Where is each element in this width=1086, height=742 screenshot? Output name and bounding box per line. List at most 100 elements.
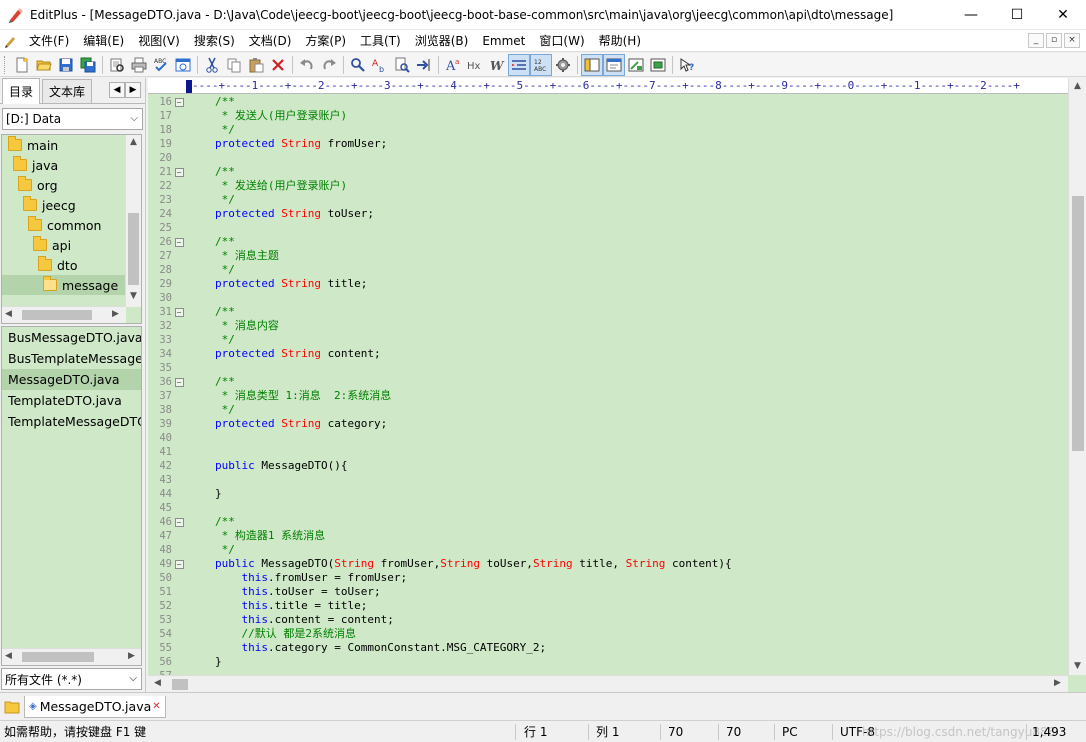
- mdi-close-button[interactable]: ×: [1064, 33, 1080, 48]
- tree-item[interactable]: main: [2, 135, 141, 155]
- editor-area[interactable]: ----+----1----+----2----+----3----+----4…: [148, 78, 1086, 692]
- menu-browser[interactable]: 浏览器(B): [408, 30, 476, 52]
- fold-toggle-icon[interactable]: −: [172, 375, 186, 389]
- code-line[interactable]: 45: [148, 501, 1066, 515]
- scroll-right-icon[interactable]: ▶: [112, 309, 119, 319]
- tab-cliptext[interactable]: 文本库: [42, 79, 93, 103]
- code-line[interactable]: 28 */: [148, 263, 1066, 277]
- directory-window-icon[interactable]: [581, 53, 603, 76]
- maximize-button[interactable]: ☐: [994, 0, 1040, 30]
- editplus-app-icon[interactable]: [8, 7, 24, 23]
- word-wrap-icon[interactable]: W: [486, 54, 508, 76]
- menu-emmet[interactable]: Emmet: [475, 30, 532, 52]
- code-line[interactable]: 32 * 消息内容: [148, 319, 1066, 333]
- code-line[interactable]: 55 this.category = CommonConstant.MSG_CA…: [148, 641, 1066, 655]
- code-line[interactable]: 39 protected String category;: [148, 417, 1066, 431]
- hex-icon[interactable]: Hx: [464, 54, 486, 76]
- code-line[interactable]: 38 */: [148, 403, 1066, 417]
- undo-icon[interactable]: [296, 54, 318, 76]
- tree-horizontal-scrollbar[interactable]: ◀ ▶: [2, 306, 126, 323]
- code-line[interactable]: 19 protected String fromUser;: [148, 137, 1066, 151]
- fullscreen-icon[interactable]: [647, 54, 669, 76]
- code-line[interactable]: 42 public MessageDTO(){: [148, 459, 1066, 473]
- code-line[interactable]: 22 * 发送给(用户登录账户): [148, 179, 1066, 193]
- file-list[interactable]: BusMessageDTO.javaBusTemplateMessageDTO.…: [1, 326, 142, 666]
- status-line-ending[interactable]: PC: [782, 721, 798, 742]
- editor-vertical-scroll-thumb[interactable]: [1072, 196, 1084, 451]
- help-icon[interactable]: ?: [676, 54, 698, 76]
- code-line[interactable]: 21− /**: [148, 165, 1066, 179]
- tree-item[interactable]: org: [2, 175, 141, 195]
- code-line[interactable]: 17 * 发送人(用户登录账户): [148, 109, 1066, 123]
- code-line[interactable]: 33 */: [148, 333, 1066, 347]
- settings-icon[interactable]: [552, 54, 574, 76]
- file-list-item[interactable]: BusMessageDTO.java: [2, 327, 141, 348]
- code-line[interactable]: 53 this.content = content;: [148, 613, 1066, 627]
- redo-icon[interactable]: [318, 54, 340, 76]
- code-line[interactable]: 52 this.title = title;: [148, 599, 1066, 613]
- code-line[interactable]: 44}: [148, 487, 1066, 501]
- code-line[interactable]: 40: [148, 431, 1066, 445]
- replace-icon[interactable]: Ab: [369, 54, 391, 76]
- code-line[interactable]: 43: [148, 473, 1066, 487]
- menu-file[interactable]: 文件(F): [22, 30, 76, 52]
- code-line[interactable]: 23 */: [148, 193, 1066, 207]
- spell-check-icon[interactable]: ABC: [150, 54, 172, 76]
- code-line[interactable]: 26− /**: [148, 235, 1066, 249]
- tab-scroll-left-icon[interactable]: ◀: [109, 82, 125, 98]
- tree-vertical-scrollbar[interactable]: ▲ ▼: [125, 135, 141, 307]
- code-line[interactable]: 48 */: [148, 543, 1066, 557]
- code-line[interactable]: 20: [148, 151, 1066, 165]
- directory-tree[interactable]: main java org jeecg common api dto message ▲ ▼ …: [1, 134, 142, 324]
- cut-icon[interactable]: [201, 54, 223, 76]
- fold-toggle-icon[interactable]: −: [172, 95, 186, 109]
- editor-horizontal-scrollbar[interactable]: ◀ ▶: [148, 675, 1068, 692]
- tree-item[interactable]: jeecg: [2, 195, 141, 215]
- file-list-item[interactable]: BusTemplateMessageDTO.java: [2, 348, 141, 369]
- drive-select[interactable]: [D:] Data ⌵: [2, 108, 143, 130]
- code-line[interactable]: 29 protected String title;: [148, 277, 1066, 291]
- file-filter-select[interactable]: 所有文件 (*.*) ⌵: [1, 668, 142, 690]
- save-icon[interactable]: [55, 54, 77, 76]
- editor-horizontal-scroll-thumb[interactable]: [172, 679, 188, 690]
- menu-edit[interactable]: 编辑(E): [76, 30, 131, 52]
- code-line[interactable]: 50 this.fromUser = fromUser;: [148, 571, 1066, 585]
- menu-tools[interactable]: 工具(T): [353, 30, 408, 52]
- copy-icon[interactable]: [223, 54, 245, 76]
- scroll-left-icon[interactable]: ◀: [5, 309, 12, 319]
- code-line[interactable]: 16− /**: [148, 95, 1066, 109]
- document-tab-active[interactable]: ◈ MessageDTO.java ✕: [24, 696, 166, 718]
- menu-document[interactable]: 文档(D): [242, 30, 299, 52]
- tree-item[interactable]: api: [2, 235, 141, 255]
- scroll-right-icon[interactable]: ▶: [128, 651, 135, 661]
- tree-horizontal-scroll-thumb[interactable]: [22, 310, 92, 320]
- code-line[interactable]: 49− public MessageDTO(String fromUser,Str…: [148, 557, 1066, 571]
- toolbar-grip[interactable]: [4, 55, 7, 74]
- fold-toggle-icon[interactable]: −: [172, 165, 186, 179]
- output-window-icon[interactable]: [625, 54, 647, 76]
- scroll-down-icon[interactable]: ▼: [1074, 661, 1081, 671]
- menu-search[interactable]: 搜索(S): [187, 30, 242, 52]
- code-line[interactable]: 36− /**: [148, 375, 1066, 389]
- file-list-item[interactable]: TemplateMessageDTO.java: [2, 411, 141, 432]
- fold-toggle-icon[interactable]: −: [172, 235, 186, 249]
- code-line[interactable]: 46− /**: [148, 515, 1066, 529]
- scroll-up-icon[interactable]: ▲: [1074, 81, 1081, 91]
- code-line[interactable]: 34 protected String content;: [148, 347, 1066, 361]
- scroll-up-icon[interactable]: ▲: [130, 137, 137, 147]
- code-line[interactable]: 37 * 消息类型 1:消息 2:系统消息: [148, 389, 1066, 403]
- menu-project[interactable]: 方案(P): [298, 30, 353, 52]
- close-tab-icon[interactable]: ✕: [152, 701, 160, 712]
- new-file-icon[interactable]: [11, 54, 33, 76]
- browser-preview-icon[interactable]: [172, 54, 194, 76]
- code-line[interactable]: 27 * 消息主题: [148, 249, 1066, 263]
- code-view[interactable]: 16−/** 17 * 发送人(用户登录账户) 18 */19 protected S…: [148, 95, 1066, 675]
- fold-toggle-icon[interactable]: −: [172, 515, 186, 529]
- minimize-button[interactable]: —: [948, 0, 994, 30]
- open-folder-icon[interactable]: [33, 54, 55, 76]
- find-in-files-icon[interactable]: [391, 54, 413, 76]
- file-list-item[interactable]: TemplateDTO.java: [2, 390, 141, 411]
- cliptext-window-icon[interactable]: [603, 53, 625, 76]
- code-line[interactable]: 56}: [148, 655, 1066, 669]
- fold-toggle-icon[interactable]: −: [172, 305, 186, 319]
